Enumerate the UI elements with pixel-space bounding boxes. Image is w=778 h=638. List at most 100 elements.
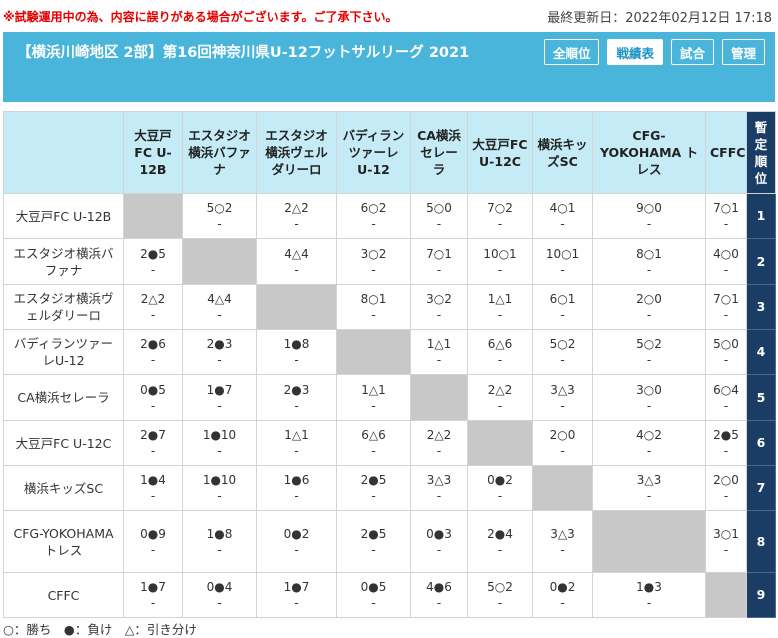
match-score: 2●5 [360, 526, 387, 541]
column-header: 横浜キッズSC [532, 111, 593, 194]
match-result-cell[interactable]: 3△3- [592, 465, 706, 511]
match-result-cell[interactable]: 4○1 - [532, 193, 593, 239]
match-score: 8○1 [360, 292, 387, 306]
match-result-cell[interactable]: 2○0 - [532, 420, 593, 466]
match-detail-placeholder: - [560, 262, 565, 277]
match-result-cell[interactable]: 3△3- [532, 374, 593, 421]
match-result-cell[interactable]: 0●2- [467, 465, 533, 511]
match-result-cell[interactable]: 6△6 - [336, 420, 411, 466]
match-score: 3△3 [550, 526, 575, 541]
match-result-cell[interactable]: 1●4 - [123, 465, 183, 511]
match-result-cell[interactable]: 10○1- [532, 238, 593, 285]
match-result-cell[interactable]: 5○0 - [410, 193, 468, 239]
match-detail-placeholder: - [217, 308, 222, 322]
rank-cell: 7 [746, 465, 776, 511]
match-result-cell[interactable]: 3○2- [336, 238, 411, 285]
match-result-cell[interactable]: 3○1- [705, 510, 747, 573]
match-result-cell[interactable]: 7○1- [705, 284, 747, 330]
match-result-cell[interactable]: 0●9- [123, 510, 183, 573]
match-result-cell[interactable]: 1●8- [182, 510, 257, 573]
match-result-cell[interactable]: 4○2 - [592, 420, 706, 466]
match-score: 8○1 [636, 246, 662, 261]
match-result-cell[interactable]: 2△2- [467, 374, 533, 421]
match-result-cell[interactable]: 4△4- [256, 238, 337, 285]
match-result-cell[interactable]: 7○2 - [467, 193, 533, 239]
match-result-cell[interactable]: 2●5- [123, 238, 183, 285]
match-result-cell[interactable]: 6△6 - [467, 329, 533, 375]
match-result-cell[interactable]: 2●5- [336, 465, 411, 511]
match-result-cell[interactable]: 0●2- [532, 572, 593, 618]
match-detail-placeholder: - [371, 596, 376, 610]
match-result-cell[interactable]: 3○2- [410, 284, 468, 330]
match-detail-placeholder: - [150, 398, 156, 413]
match-result-cell[interactable]: 6○1 - [532, 284, 593, 330]
match-result-cell[interactable]: 1△1- [256, 420, 337, 466]
match-result-cell[interactable]: 7○1- [410, 238, 468, 285]
match-result-cell[interactable]: 2△2- [410, 420, 468, 466]
match-detail-placeholder: - [150, 308, 156, 322]
match-result-cell[interactable]: 1●7- [123, 572, 183, 618]
match-result-cell[interactable]: 1△1- [467, 284, 533, 330]
match-result-cell[interactable]: 10○1- [467, 238, 533, 285]
match-detail-placeholder: - [150, 489, 156, 503]
match-result-cell[interactable]: 2△2- [256, 193, 337, 239]
rank-header: 暫定順位 [746, 111, 776, 194]
match-result-cell[interactable]: 1●7- [256, 572, 337, 618]
match-result-cell[interactable]: 7○1- [705, 193, 747, 239]
match-result-cell[interactable]: 2●5- [336, 510, 411, 573]
match-result-cell[interactable]: 5○2 - [532, 329, 593, 375]
match-score: 1●7 [283, 580, 310, 594]
match-result-cell[interactable]: 2○0 - [592, 284, 706, 330]
match-result-cell[interactable]: 2●7 - [123, 420, 183, 466]
match-result-cell[interactable]: 4△4- [182, 284, 257, 330]
match-result-cell[interactable]: 5○2 - [182, 193, 257, 239]
match-result-cell[interactable]: 1△1- [410, 329, 468, 375]
match-result-cell[interactable]: 3○0- [592, 374, 706, 421]
match-result-cell[interactable]: 6○4- [705, 374, 747, 421]
admin-button[interactable]: 管理 [721, 39, 765, 65]
match-result-cell[interactable]: 5○2 - [592, 329, 706, 375]
match-detail-placeholder: - [560, 217, 565, 231]
match-result-cell[interactable]: 2●5- [705, 420, 747, 466]
match-result-cell[interactable]: 1△1- [336, 374, 411, 421]
match-result-cell[interactable]: 1●10 - [182, 420, 257, 466]
match-result-cell[interactable]: 2●3- [256, 374, 337, 421]
match-result-cell[interactable]: 0●2- [256, 510, 337, 573]
match-result-cell[interactable]: 0●5- [123, 374, 183, 421]
self-match-cell [336, 329, 411, 375]
match-result-cell[interactable]: 8○1- [336, 284, 411, 330]
match-result-cell[interactable]: 1●3 - [592, 572, 706, 618]
match-detail-placeholder: - [723, 398, 729, 413]
match-result-cell[interactable]: 1●10 - [182, 465, 257, 511]
match-result-cell[interactable]: 2△2- [123, 284, 183, 330]
match-score: 0●3 [426, 526, 452, 541]
match-result-cell[interactable]: 4○0- [705, 238, 747, 285]
rank-cell: 6 [746, 420, 776, 466]
match-result-cell[interactable]: 0●3- [410, 510, 468, 573]
match-result-cell[interactable]: 4●6 - [410, 572, 468, 618]
match-result-cell[interactable]: 5○0 - [705, 329, 747, 375]
match-result-cell[interactable]: 0●5- [336, 572, 411, 618]
match-result-cell[interactable]: 1●6 - [256, 465, 337, 511]
match-result-cell[interactable]: 5○2 - [467, 572, 533, 618]
match-score: 6△6 [487, 337, 513, 351]
self-match-cell [410, 374, 468, 421]
match-detail-placeholder: - [294, 353, 299, 367]
match-result-cell[interactable]: 2●6 - [123, 329, 183, 375]
match-result-cell[interactable]: 9○0 - [592, 193, 706, 239]
match-result-cell[interactable]: 3△3- [410, 465, 468, 511]
results-table-button[interactable]: 戦績表 [607, 39, 663, 65]
match-result-cell[interactable]: 1●7- [182, 374, 257, 421]
match-result-cell[interactable]: 2●3- [182, 329, 257, 375]
match-result-cell[interactable]: 2○0 - [705, 465, 747, 511]
table-row: CFG-YOKOHAMA トレス 0●9-1●8-0●2-2●5-0●3-2●4-… [3, 510, 776, 573]
overall-ranking-button[interactable]: 全順位 [543, 39, 600, 65]
match-result-cell[interactable]: 8○1- [592, 238, 706, 285]
match-result-cell[interactable]: 0●4 - [182, 572, 257, 618]
match-detail-placeholder: - [294, 398, 299, 413]
match-result-cell[interactable]: 2●4- [467, 510, 533, 573]
match-result-cell[interactable]: 1●8- [256, 329, 337, 375]
matches-button[interactable]: 試合 [670, 39, 714, 65]
match-result-cell[interactable]: 3△3- [532, 510, 593, 573]
match-result-cell[interactable]: 6○2 - [336, 193, 411, 239]
